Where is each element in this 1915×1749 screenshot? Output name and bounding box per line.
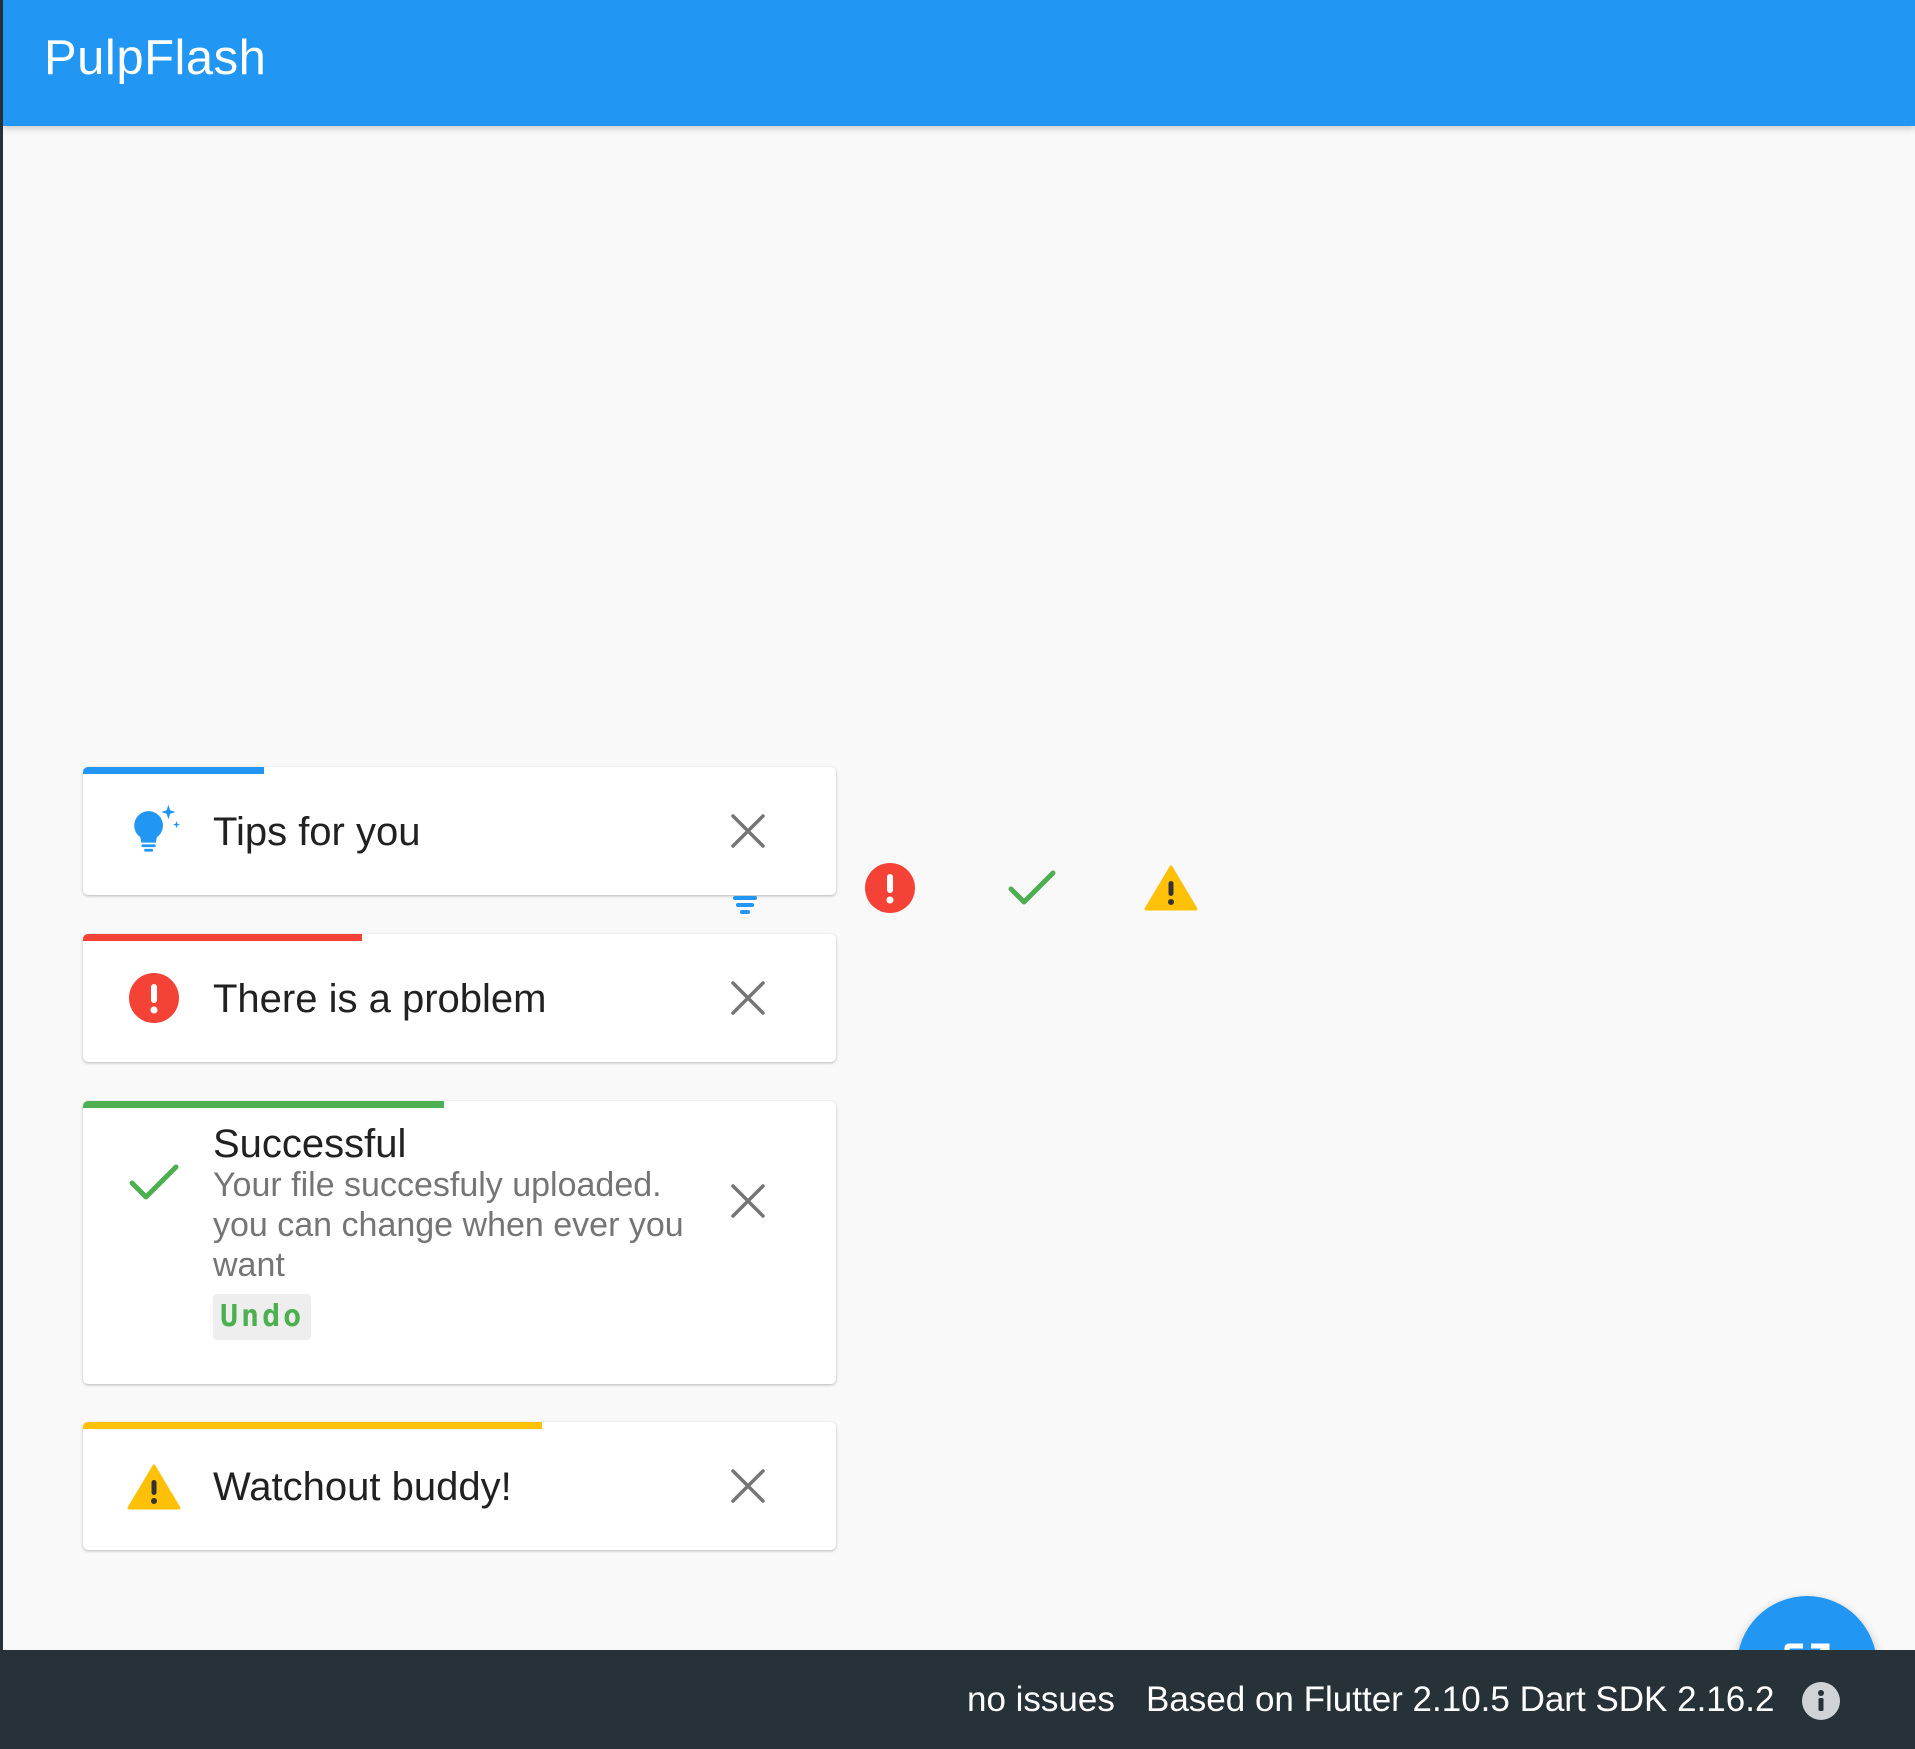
version-info: Based on Flutter 2.10.5 Dart SDK 2.16.2 — [1146, 1680, 1775, 1719]
status-bar: no issues Based on Flutter 2.10.5 Dart S… — [0, 1650, 1915, 1749]
app-bar: PulpFlash — [3, 0, 1915, 126]
flash-title: Tips for you — [213, 810, 421, 854]
flash-title: There is a problem — [213, 977, 547, 1021]
info-icon[interactable] — [1802, 1682, 1840, 1720]
flash-card-success: Successful Your file succesfuly uploaded… — [83, 1101, 836, 1384]
close-icon[interactable] — [723, 806, 773, 856]
app-title: PulpFlash — [44, 31, 267, 85]
flash-description: Your file succesfuly uploaded. you can c… — [213, 1166, 684, 1284]
close-icon[interactable] — [723, 1461, 773, 1511]
close-icon[interactable] — [723, 1176, 773, 1226]
close-icon[interactable] — [723, 973, 773, 1023]
warning-triangle-icon[interactable] — [1144, 861, 1198, 915]
flash-title: Successful — [213, 1122, 407, 1166]
flash-progress-bar — [83, 934, 362, 941]
flash-progress-bar — [83, 1422, 543, 1429]
error-circle-icon[interactable] — [863, 861, 917, 915]
flash-card-error: There is a problem — [83, 934, 836, 1062]
main-content: Tips for you There is a problem Successf… — [3, 126, 1915, 1736]
check-icon[interactable] — [1005, 861, 1059, 915]
flash-card-info: Tips for you — [83, 767, 836, 895]
flash-title: Watchout buddy! — [213, 1465, 512, 1509]
error-circle-icon — [127, 971, 181, 1025]
check-icon — [127, 1155, 181, 1209]
flash-progress-bar — [83, 767, 264, 774]
flash-progress-bar — [83, 1101, 445, 1108]
flash-card-warning: Watchout buddy! — [83, 1422, 836, 1550]
lightbulb-small-icon — [732, 894, 758, 916]
undo-button[interactable]: Undo — [213, 1294, 312, 1340]
issues-status[interactable]: no issues — [967, 1650, 1115, 1749]
lightbulb-sparkle-icon — [127, 803, 181, 857]
warning-triangle-icon — [127, 1460, 181, 1514]
